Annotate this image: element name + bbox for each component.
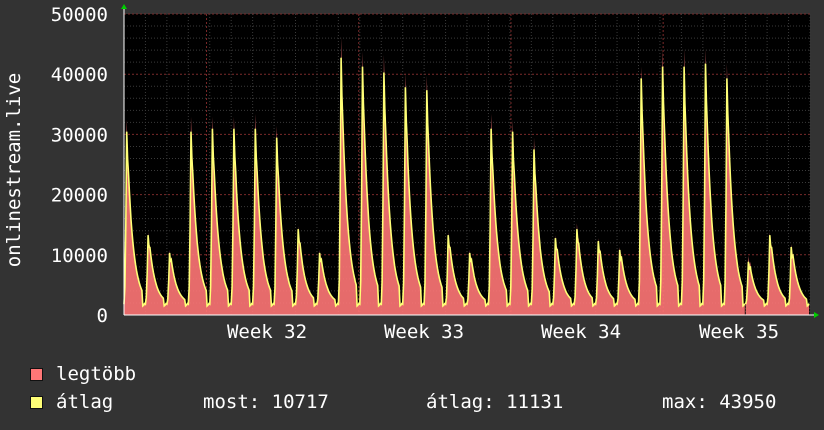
stat-now: most: 10717	[203, 391, 329, 413]
y-tick-label: 30000	[51, 124, 108, 146]
y-axis-label: onlinestream.live	[3, 73, 25, 267]
legend-label-max: legtöbb	[56, 363, 137, 385]
legend-label-avg: átlag	[56, 391, 114, 413]
stat-max: max: 43950	[662, 391, 777, 413]
y-tick-label: 0	[97, 305, 108, 327]
y-tick-label: 40000	[51, 64, 108, 86]
legend-swatch-avg	[30, 395, 43, 409]
x-tick-label: Week 34	[541, 321, 621, 343]
legend-swatch-max	[30, 367, 43, 381]
legend-item-max: legtöbb	[30, 363, 136, 385]
y-tick-label: 50000	[51, 4, 108, 26]
y-tick-label: 10000	[51, 245, 108, 267]
y-tick-label: 20000	[51, 185, 108, 207]
x-tick-label: Week 33	[384, 321, 464, 343]
x-tick-label: Week 35	[699, 321, 779, 343]
x-tick-label: Week 32	[227, 321, 307, 343]
stat-average: átlag: 11131	[426, 391, 564, 413]
legend-item-avg: átlag	[30, 391, 113, 413]
